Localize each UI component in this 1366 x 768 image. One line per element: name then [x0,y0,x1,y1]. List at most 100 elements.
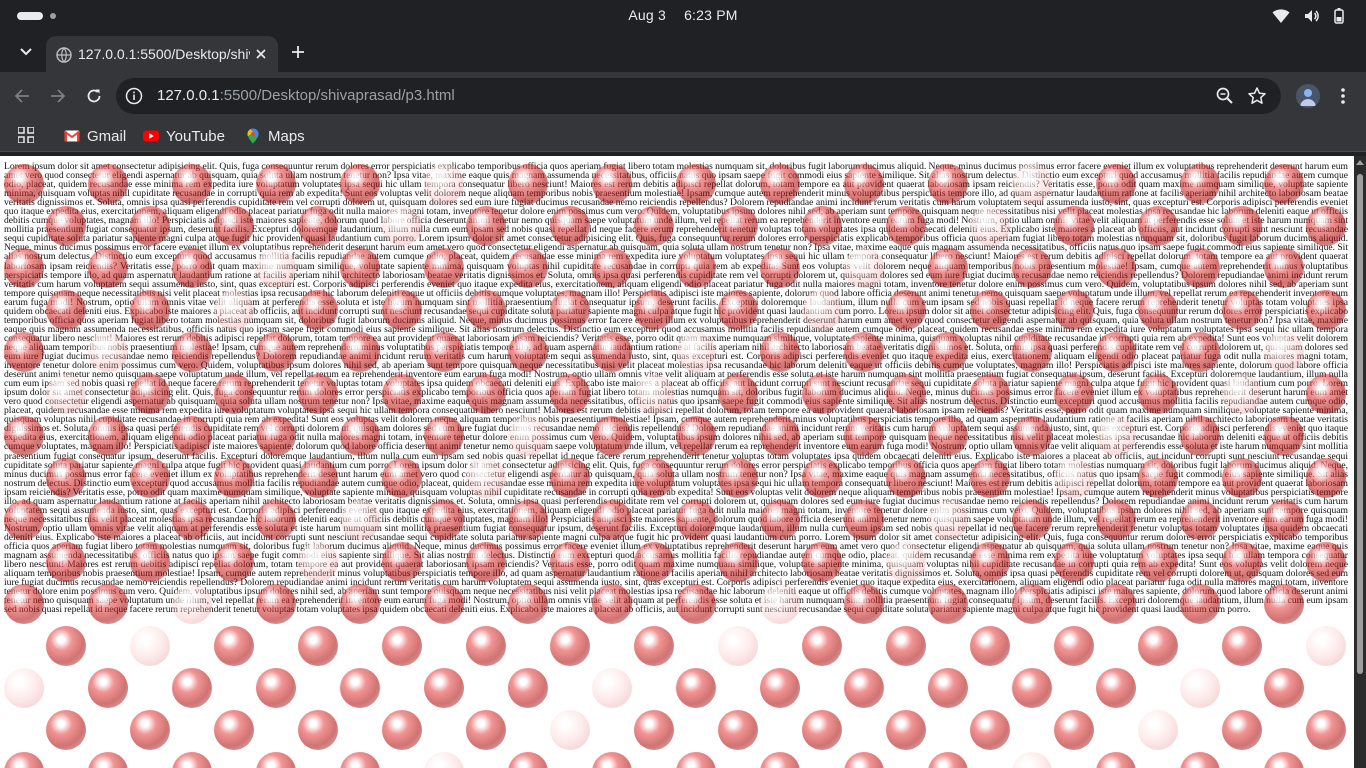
decorative-bubble [214,710,254,750]
bookmark-label: Gmail [87,127,127,145]
bookmark-star-button[interactable] [1247,86,1267,111]
decorative-bubble [760,668,800,708]
decorative-bubble [1012,668,1052,708]
reload-icon [87,89,101,103]
tab-close-button[interactable] [252,45,270,63]
decorative-bubble [382,710,422,750]
battery-icon [1334,8,1344,24]
decorative-bubble [718,710,758,750]
page-viewport[interactable]: Lorem ipsum dolor sit amet consectetur a… [0,156,1354,768]
decorative-bubble [802,626,842,666]
tab-search-button[interactable] [12,38,40,66]
maps-icon [247,128,259,144]
scroll-up-arrow[interactable] [1356,160,1364,165]
decorative-bubble [298,710,338,750]
more-vertical-icon [1341,88,1345,104]
bookmark-label: YouTube [166,127,225,145]
chevron-down-icon [20,48,32,56]
decorative-bubble [298,626,338,666]
decorative-bubble [88,668,128,708]
browser-toolbar: 127.0.0.1:5500/Desktop/shivaprasad/p3.ht… [0,72,1366,120]
volume-icon [1305,10,1319,22]
reload-button[interactable] [80,82,108,110]
decorative-bubble [718,626,758,666]
decorative-bubble [1264,668,1304,708]
decorative-bubble [970,710,1010,750]
decorative-bubble [1138,710,1178,750]
wifi-icon [1272,9,1290,23]
bookmark-maps[interactable]: Maps [245,126,305,146]
profile-avatar[interactable] [1296,84,1320,108]
scroll-thumb[interactable] [1357,174,1363,674]
decorative-bubble [592,752,632,768]
decorative-bubble [340,668,380,708]
zoom-out-icon [1216,87,1233,104]
os-date: Aug 3 [628,7,666,23]
decorative-bubble [1054,710,1094,750]
decorative-bubble [634,710,674,750]
address-bar[interactable]: 127.0.0.1:5500/Desktop/shivaprasad/p3.ht… [116,78,1281,114]
zoom-button[interactable] [1215,86,1235,111]
decorative-bubble [1012,752,1052,768]
youtube-icon [143,130,159,142]
page-scrollbar[interactable] [1354,156,1366,768]
apps-grid-icon[interactable] [18,127,34,143]
tab-active[interactable]: 127.0.0.1:5500/Desktop/shivaprasad/p3.ht… [46,36,278,72]
decorative-bubble [634,626,674,666]
decorative-bubble [592,668,632,708]
tab-title: 127.0.0.1:5500/Desktop/shivaprasad/p3.ht… [78,46,250,62]
globe-icon [56,47,72,63]
avatar-image [1296,84,1320,108]
os-time: 6:23 PM [684,7,738,23]
site-info-button[interactable] [124,86,144,106]
decorative-bubble [466,626,506,666]
decorative-bubble [172,668,212,708]
decorative-bubble [46,710,86,750]
url-path: :5500/Desktop/shivaprasad/p3.html [219,87,455,104]
bookmarks-bar: Gmail YouTube Maps [0,120,1366,152]
decorative-bubble [676,668,716,708]
browser-menu-button[interactable] [1331,84,1355,108]
decorative-bubble [88,752,128,768]
decorative-bubble [508,668,548,708]
decorative-bubble [844,668,884,708]
star-icon [1248,87,1266,104]
arrow-right-icon [51,89,66,103]
decorative-bubble [886,626,926,666]
decorative-bubble [1096,752,1136,768]
decorative-bubble [4,752,44,768]
tab-strip: 127.0.0.1:5500/Desktop/shivaprasad/p3.ht… [0,32,1366,72]
decorative-bubble [1180,752,1220,768]
decorative-bubble [4,668,44,708]
lorem-paragraph: Lorem ipsum dolor sit amet consectetur a… [4,161,1348,616]
decorative-bubble [928,752,968,768]
bookmark-youtube[interactable]: YouTube [143,126,225,146]
decorative-bubble [46,626,86,666]
info-icon [125,87,143,105]
arrow-left-icon [14,89,29,103]
decorative-bubble [340,752,380,768]
plus-icon [292,46,304,58]
decorative-bubble [256,668,296,708]
decorative-bubble [550,710,590,750]
os-tray[interactable] [1272,8,1344,24]
back-button[interactable] [8,82,36,110]
decorative-bubble [130,710,170,750]
decorative-bubble [508,752,548,768]
bookmark-gmail[interactable]: Gmail [64,126,126,146]
decorative-bubble [760,752,800,768]
decorative-bubble [1222,710,1262,750]
decorative-bubble [970,626,1010,666]
decorative-bubble [1180,668,1220,708]
new-tab-button[interactable] [286,40,310,64]
decorative-bubble [1096,668,1136,708]
decorative-bubble [550,626,590,666]
url-text[interactable]: 127.0.0.1:5500/Desktop/shivaprasad/p3.ht… [157,87,455,104]
decorative-bubble [928,668,968,708]
decorative-bubble [802,710,842,750]
decorative-bubble [1306,626,1346,666]
os-clock[interactable]: Aug 3 6:23 PM [0,7,1366,23]
decorative-bubble [676,752,716,768]
forward-button[interactable] [44,82,72,110]
decorative-bubble [844,752,884,768]
